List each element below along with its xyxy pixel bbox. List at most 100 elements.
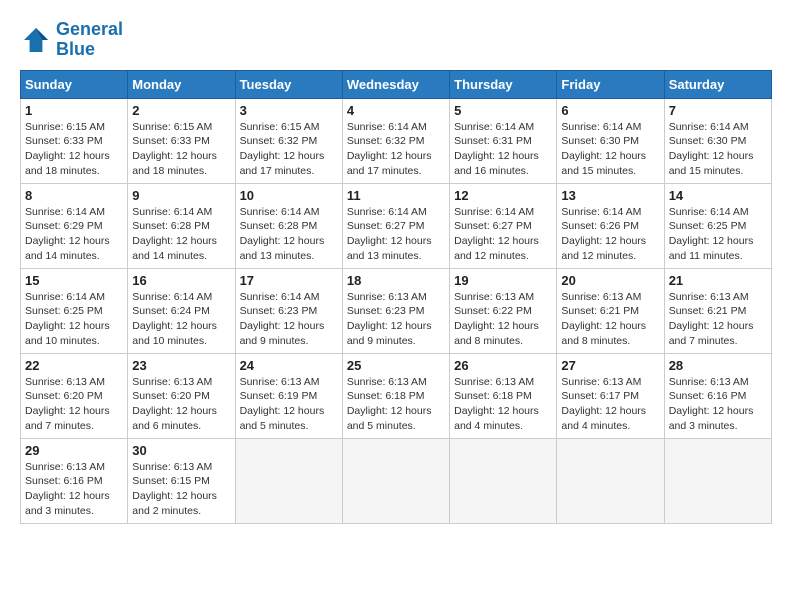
day-info: Sunrise: 6:13 AMSunset: 6:16 PMDaylight:… (25, 460, 123, 519)
day-info: Sunrise: 6:14 AMSunset: 6:25 PMDaylight:… (25, 290, 123, 349)
day-number: 14 (669, 188, 767, 203)
header-row: SundayMondayTuesdayWednesdayThursdayFrid… (21, 70, 772, 98)
day-info: Sunrise: 6:15 AMSunset: 6:33 PMDaylight:… (25, 120, 123, 179)
day-number: 28 (669, 358, 767, 373)
day-cell-3: 3Sunrise: 6:15 AMSunset: 6:32 PMDaylight… (235, 98, 342, 183)
col-header-sunday: Sunday (21, 70, 128, 98)
day-number: 16 (132, 273, 230, 288)
day-info: Sunrise: 6:15 AMSunset: 6:33 PMDaylight:… (132, 120, 230, 179)
col-header-wednesday: Wednesday (342, 70, 449, 98)
col-header-monday: Monday (128, 70, 235, 98)
day-info: Sunrise: 6:14 AMSunset: 6:32 PMDaylight:… (347, 120, 445, 179)
calendar-table: SundayMondayTuesdayWednesdayThursdayFrid… (20, 70, 772, 524)
empty-cell (664, 438, 771, 523)
day-info: Sunrise: 6:13 AMSunset: 6:21 PMDaylight:… (669, 290, 767, 349)
day-cell-26: 26 Sunrise: 6:13 AMSunset: 6:18 PMDayligh… (450, 353, 557, 438)
week-row-1: 1 Sunrise: 6:15 AMSunset: 6:33 PMDaylight… (21, 98, 772, 183)
empty-cell (235, 438, 342, 523)
day-cell-13: 13 Sunrise: 6:14 AMSunset: 6:26 PMDayligh… (557, 183, 664, 268)
day-info: Sunrise: 6:14 AMSunset: 6:29 PMDaylight:… (25, 205, 123, 264)
day-number: 2 (132, 103, 230, 118)
day-cell-19: 19 Sunrise: 6:13 AMSunset: 6:22 PMDayligh… (450, 268, 557, 353)
logo: General Blue (20, 20, 123, 60)
day-number: 6 (561, 103, 659, 118)
day-number: 21 (669, 273, 767, 288)
day-number: 26 (454, 358, 552, 373)
day-cell-16: 16 Sunrise: 6:14 AMSunset: 6:24 PMDayligh… (128, 268, 235, 353)
day-cell-1: 1 Sunrise: 6:15 AMSunset: 6:33 PMDaylight… (21, 98, 128, 183)
day-info: Sunrise: 6:13 AMSunset: 6:18 PMDaylight:… (347, 375, 445, 434)
day-number: 5 (454, 103, 552, 118)
week-row-2: 8Sunrise: 6:14 AMSunset: 6:29 PMDaylight… (21, 183, 772, 268)
day-info: Sunrise: 6:13 AMSunset: 6:21 PMDaylight:… (561, 290, 659, 349)
day-cell-29: 29Sunrise: 6:13 AMSunset: 6:16 PMDayligh… (21, 438, 128, 523)
week-row-5: 29Sunrise: 6:13 AMSunset: 6:16 PMDayligh… (21, 438, 772, 523)
day-cell-7: 7 Sunrise: 6:14 AMSunset: 6:30 PMDaylight… (664, 98, 771, 183)
day-cell-30: 30 Sunrise: 6:13 AMSunset: 6:15 PMDayligh… (128, 438, 235, 523)
day-cell-17: 17Sunrise: 6:14 AMSunset: 6:23 PMDayligh… (235, 268, 342, 353)
day-cell-5: 5 Sunrise: 6:14 AMSunset: 6:31 PMDaylight… (450, 98, 557, 183)
day-cell-8: 8Sunrise: 6:14 AMSunset: 6:29 PMDaylight… (21, 183, 128, 268)
day-info: Sunrise: 6:14 AMSunset: 6:23 PMDaylight:… (240, 290, 338, 349)
day-number: 3 (240, 103, 338, 118)
day-info: Sunrise: 6:13 AMSunset: 6:20 PMDaylight:… (25, 375, 123, 434)
day-info: Sunrise: 6:13 AMSunset: 6:19 PMDaylight:… (240, 375, 338, 434)
day-cell-11: 11 Sunrise: 6:14 AMSunset: 6:27 PMDayligh… (342, 183, 449, 268)
day-info: Sunrise: 6:13 AMSunset: 6:17 PMDaylight:… (561, 375, 659, 434)
day-number: 18 (347, 273, 445, 288)
day-cell-14: 14 Sunrise: 6:14 AMSunset: 6:25 PMDayligh… (664, 183, 771, 268)
week-row-4: 22Sunrise: 6:13 AMSunset: 6:20 PMDayligh… (21, 353, 772, 438)
day-info: Sunrise: 6:14 AMSunset: 6:27 PMDaylight:… (454, 205, 552, 264)
day-cell-28: 28 Sunrise: 6:13 AMSunset: 6:16 PMDayligh… (664, 353, 771, 438)
day-cell-25: 25Sunrise: 6:13 AMSunset: 6:18 PMDayligh… (342, 353, 449, 438)
day-number: 9 (132, 188, 230, 203)
day-number: 19 (454, 273, 552, 288)
day-number: 4 (347, 103, 445, 118)
day-number: 20 (561, 273, 659, 288)
day-info: Sunrise: 6:14 AMSunset: 6:27 PMDaylight:… (347, 205, 445, 264)
day-cell-27: 27Sunrise: 6:13 AMSunset: 6:17 PMDayligh… (557, 353, 664, 438)
empty-cell (557, 438, 664, 523)
col-header-thursday: Thursday (450, 70, 557, 98)
day-cell-24: 24Sunrise: 6:13 AMSunset: 6:19 PMDayligh… (235, 353, 342, 438)
day-info: Sunrise: 6:14 AMSunset: 6:26 PMDaylight:… (561, 205, 659, 264)
empty-cell (450, 438, 557, 523)
day-cell-20: 20 Sunrise: 6:13 AMSunset: 6:21 PMDayligh… (557, 268, 664, 353)
day-cell-18: 18Sunrise: 6:13 AMSunset: 6:23 PMDayligh… (342, 268, 449, 353)
day-number: 15 (25, 273, 123, 288)
col-header-friday: Friday (557, 70, 664, 98)
day-info: Sunrise: 6:13 AMSunset: 6:16 PMDaylight:… (669, 375, 767, 434)
day-cell-6: 6 Sunrise: 6:14 AMSunset: 6:30 PMDaylight… (557, 98, 664, 183)
day-cell-21: 21 Sunrise: 6:13 AMSunset: 6:21 PMDayligh… (664, 268, 771, 353)
day-cell-22: 22Sunrise: 6:13 AMSunset: 6:20 PMDayligh… (21, 353, 128, 438)
col-header-tuesday: Tuesday (235, 70, 342, 98)
day-number: 12 (454, 188, 552, 203)
day-info: Sunrise: 6:14 AMSunset: 6:30 PMDaylight:… (561, 120, 659, 179)
day-cell-10: 10 Sunrise: 6:14 AMSunset: 6:28 PMDayligh… (235, 183, 342, 268)
day-info: Sunrise: 6:14 AMSunset: 6:31 PMDaylight:… (454, 120, 552, 179)
day-info: Sunrise: 6:14 AMSunset: 6:28 PMDaylight:… (132, 205, 230, 264)
day-info: Sunrise: 6:14 AMSunset: 6:24 PMDaylight:… (132, 290, 230, 349)
day-info: Sunrise: 6:13 AMSunset: 6:22 PMDaylight:… (454, 290, 552, 349)
day-info: Sunrise: 6:14 AMSunset: 6:28 PMDaylight:… (240, 205, 338, 264)
day-number: 10 (240, 188, 338, 203)
page-header: General Blue (20, 20, 772, 60)
day-cell-23: 23Sunrise: 6:13 AMSunset: 6:20 PMDayligh… (128, 353, 235, 438)
day-info: Sunrise: 6:14 AMSunset: 6:25 PMDaylight:… (669, 205, 767, 264)
day-cell-2: 2 Sunrise: 6:15 AMSunset: 6:33 PMDaylight… (128, 98, 235, 183)
day-cell-12: 12 Sunrise: 6:14 AMSunset: 6:27 PMDayligh… (450, 183, 557, 268)
week-row-3: 15 Sunrise: 6:14 AMSunset: 6:25 PMDayligh… (21, 268, 772, 353)
day-info: Sunrise: 6:13 AMSunset: 6:15 PMDaylight:… (132, 460, 230, 519)
day-info: Sunrise: 6:14 AMSunset: 6:30 PMDaylight:… (669, 120, 767, 179)
day-number: 30 (132, 443, 230, 458)
day-number: 1 (25, 103, 123, 118)
day-number: 7 (669, 103, 767, 118)
logo-icon (20, 24, 52, 56)
empty-cell (342, 438, 449, 523)
day-number: 13 (561, 188, 659, 203)
day-number: 23 (132, 358, 230, 373)
day-cell-15: 15 Sunrise: 6:14 AMSunset: 6:25 PMDayligh… (21, 268, 128, 353)
day-info: Sunrise: 6:13 AMSunset: 6:18 PMDaylight:… (454, 375, 552, 434)
logo-text: General Blue (56, 20, 123, 60)
day-number: 11 (347, 188, 445, 203)
